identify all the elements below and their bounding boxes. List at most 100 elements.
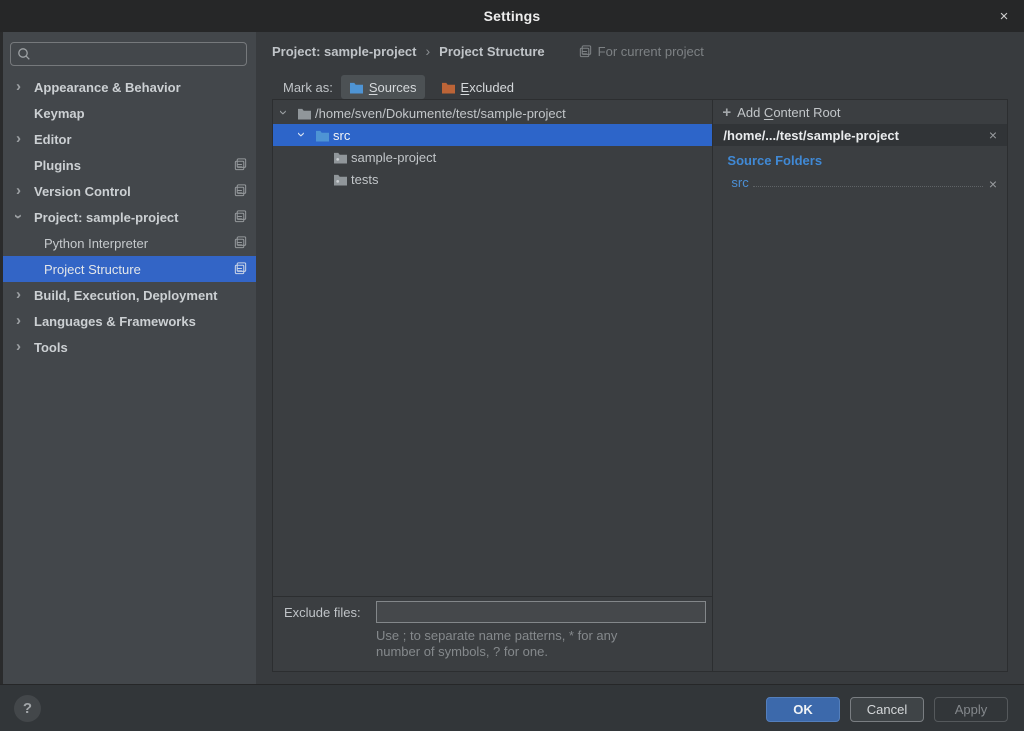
chevron-right-icon[interactable]: [16, 131, 34, 146]
scope-indicator: For current project: [578, 44, 704, 59]
content-roots-panel: + Add Content Root /home/.../test/sample…: [712, 100, 1007, 671]
mark-sources-button[interactable]: Sources: [341, 75, 425, 99]
tree-row-src[interactable]: src: [273, 124, 712, 146]
scope-label: For current project: [598, 44, 704, 59]
sidebar-item-label: Languages & Frameworks: [34, 314, 196, 329]
tree-row-content-root[interactable]: /home/sven/Dokumente/test/sample-project: [273, 102, 712, 124]
sidebar-item-label: Project Structure: [44, 262, 141, 277]
breadcrumb: Project: sample-project › Project Struct…: [272, 40, 704, 62]
close-icon[interactable]: ×: [994, 6, 1014, 26]
structure-panels: /home/sven/Dokumente/test/sample-project…: [272, 99, 1008, 672]
search-icon: [17, 47, 31, 61]
help-button[interactable]: ?: [14, 695, 41, 722]
project-scope-icon: [233, 235, 248, 250]
project-scope-icon: [578, 44, 593, 59]
sidebar-item-build-execution-deployment[interactable]: Build, Execution, Deployment: [3, 282, 256, 308]
page-title: Project Structure: [439, 44, 544, 59]
sidebar-item-label: Project: sample-project: [34, 210, 179, 225]
chevron-right-icon[interactable]: [16, 183, 34, 198]
chevron-spacer: [26, 261, 44, 276]
tree-row-tests[interactable]: tests: [273, 168, 712, 190]
sidebar-item-appearance-behavior[interactable]: Appearance & Behavior: [3, 74, 256, 100]
tree-row-label: tests: [351, 172, 378, 187]
project-scope-icon: [233, 209, 248, 224]
content-root-row[interactable]: /home/.../test/sample-project ×: [713, 124, 1007, 146]
exclude-files-section: Exclude files: Use ; to separate name pa…: [273, 596, 712, 671]
exclude-hint-line2: number of symbols, ? for one.: [376, 644, 548, 660]
sidebar-item-tools[interactable]: Tools: [3, 334, 256, 360]
sidebar-item-label: Plugins: [34, 158, 81, 173]
dialog-titlebar: Settings ×: [0, 0, 1024, 32]
source-folder-item[interactable]: src ×: [731, 172, 999, 192]
dialog-footer: ? OK Cancel Apply: [0, 684, 1024, 731]
chevron-right-icon[interactable]: [16, 313, 34, 328]
chevron-down-icon[interactable]: [281, 105, 297, 120]
content-tree-column: /home/sven/Dokumente/test/sample-project…: [273, 100, 712, 671]
ok-button[interactable]: OK: [766, 697, 840, 722]
remove-source-folder-icon[interactable]: ×: [987, 176, 999, 192]
tree-row-label: src: [333, 128, 350, 143]
sidebar-item-plugins[interactable]: Plugins: [3, 152, 256, 178]
chevron-down-icon[interactable]: [16, 209, 34, 224]
settings-content: Project: sample-project › Project Struct…: [256, 32, 1024, 684]
tree-row-label: sample-project: [351, 150, 436, 165]
sidebar-item-label: Python Interpreter: [44, 236, 148, 251]
tree-row-label: /home/sven/Dokumente/test/sample-project: [315, 106, 566, 121]
folder-icon: [297, 107, 315, 120]
chevron-spacer: [16, 157, 34, 172]
folder-icon: [333, 173, 351, 186]
mark-excluded-button[interactable]: Excluded: [433, 75, 522, 99]
settings-sidebar: Appearance & Behavior Keymap Editor Plug…: [3, 32, 256, 684]
chevron-right-icon[interactable]: [16, 79, 34, 94]
content-root-path: /home/.../test/sample-project: [723, 128, 986, 143]
mark-as-toolbar: Mark as: Sources Excluded: [283, 75, 522, 99]
source-folder-icon: [349, 81, 364, 94]
breadcrumb-separator-icon: ›: [426, 43, 431, 59]
dotted-leader: [753, 186, 983, 187]
sidebar-item-keymap[interactable]: Keymap: [3, 100, 256, 126]
settings-search-box[interactable]: [10, 42, 247, 66]
sidebar-item-languages-frameworks[interactable]: Languages & Frameworks: [3, 308, 256, 334]
sidebar-item-editor[interactable]: Editor: [3, 126, 256, 152]
sidebar-item-python-interpreter[interactable]: Python Interpreter: [3, 230, 256, 256]
exclude-files-label: Exclude files:: [284, 605, 372, 620]
sidebar-item-label: Editor: [34, 132, 72, 147]
chevron-right-icon[interactable]: [16, 287, 34, 302]
tree-row-sample-project[interactable]: sample-project: [273, 146, 712, 168]
exclude-hint-line1: Use ; to separate name patterns, * for a…: [376, 628, 617, 644]
exclude-files-input[interactable]: [376, 601, 706, 623]
search-input[interactable]: [36, 47, 240, 62]
chevron-down-icon[interactable]: [299, 127, 315, 142]
sidebar-item-version-control[interactable]: Version Control: [3, 178, 256, 204]
mark-excluded-label: Excluded: [461, 80, 514, 95]
project-scope-icon: [233, 157, 248, 172]
mark-sources-label: Sources: [369, 80, 417, 95]
add-content-root-label: Add Content Root: [737, 105, 840, 120]
breadcrumb-project[interactable]: Project: sample-project: [272, 44, 417, 59]
plus-icon: +: [722, 104, 731, 121]
chevron-right-icon[interactable]: [16, 339, 34, 354]
chevron-spacer: [317, 149, 333, 164]
project-scope-icon: [233, 261, 248, 276]
source-folder-icon: [315, 129, 333, 142]
add-content-root-button[interactable]: + Add Content Root: [713, 100, 1007, 124]
remove-content-root-icon[interactable]: ×: [987, 127, 999, 143]
source-folders-title: Source Folders: [727, 153, 822, 168]
chevron-spacer: [317, 171, 333, 186]
sidebar-item-project-structure[interactable]: Project Structure: [3, 256, 256, 282]
project-scope-icon: [233, 183, 248, 198]
source-folder-name: src: [731, 175, 748, 192]
footer-buttons: OK Cancel Apply: [766, 697, 1008, 722]
chevron-spacer: [26, 235, 44, 250]
chevron-spacer: [16, 105, 34, 120]
mark-as-label: Mark as:: [283, 80, 333, 95]
sidebar-item-label: Build, Execution, Deployment: [34, 288, 217, 303]
sidebar-item-project-sample-project[interactable]: Project: sample-project: [3, 204, 256, 230]
settings-nav: Appearance & Behavior Keymap Editor Plug…: [3, 74, 256, 360]
excluded-folder-icon: [441, 81, 456, 94]
sidebar-item-label: Keymap: [34, 106, 85, 121]
cancel-button[interactable]: Cancel: [850, 697, 924, 722]
apply-button[interactable]: Apply: [934, 697, 1008, 722]
sidebar-item-label: Appearance & Behavior: [34, 80, 181, 95]
sidebar-item-label: Version Control: [34, 184, 131, 199]
